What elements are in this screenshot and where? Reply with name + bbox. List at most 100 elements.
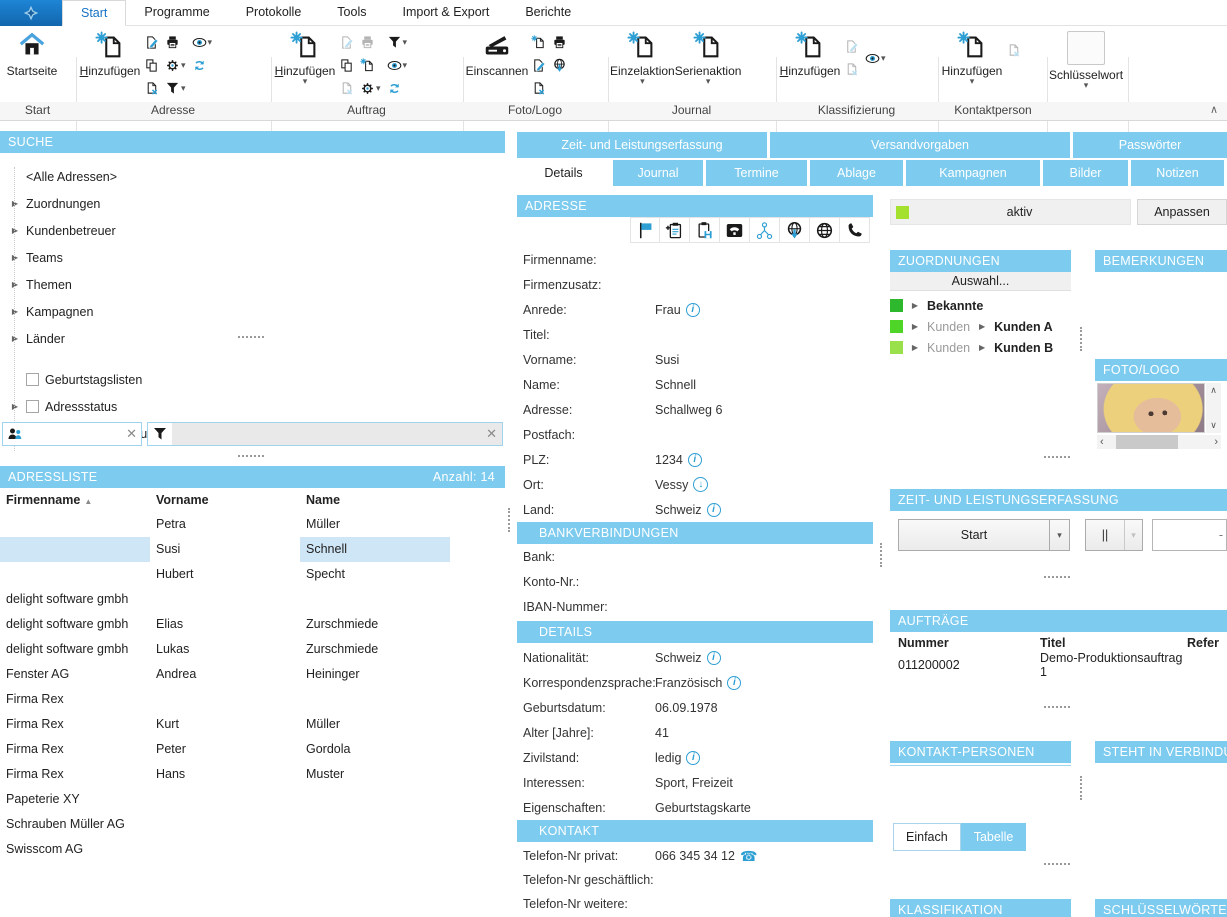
adresse-print-button[interactable] xyxy=(163,31,188,54)
foto-edit-button[interactable] xyxy=(529,54,548,77)
expand-icon[interactable]: ▶ xyxy=(10,253,20,262)
table-row[interactable]: Firma RexPeterGordola xyxy=(0,737,505,762)
adresse-copy-button[interactable] xyxy=(142,54,161,77)
tree-item-kundenbetreuer[interactable]: ▶Kundenbetreuer xyxy=(10,217,505,244)
column-header-titel[interactable]: Titel xyxy=(1040,636,1187,650)
column-header-firmenname[interactable]: Firmenname▲ xyxy=(0,493,150,507)
splitter-handle[interactable] xyxy=(1044,863,1070,865)
table-row[interactable]: delight software gmbhLukasZurschmiede xyxy=(0,637,505,662)
scroll-right-icon[interactable]: › xyxy=(1214,436,1221,448)
photo-vertical-scrollbar[interactable]: ∧ ∨ xyxy=(1206,383,1221,433)
zuordnung-item-kunden-a[interactable]: ▶Kunden▶Kunden A xyxy=(890,316,1071,337)
call-button[interactable] xyxy=(840,217,870,243)
splitter-handle[interactable] xyxy=(238,455,264,457)
person-search-input[interactable]: ✕ xyxy=(2,422,142,446)
klassifizierung-view-button[interactable]: ▾ xyxy=(863,47,888,70)
ort-value[interactable]: Vessy↓ xyxy=(655,477,708,492)
table-row[interactable]: delight software gmbh xyxy=(0,587,505,612)
foto-delete-button[interactable] xyxy=(529,77,548,100)
timer-input[interactable]: - xyxy=(1152,519,1227,551)
expand-icon[interactable]: ▶ xyxy=(10,199,20,208)
table-row[interactable]: Papeterie XY xyxy=(0,787,505,812)
startseite-button[interactable]: Startseite xyxy=(0,27,64,99)
table-row[interactable]: PetraMüller xyxy=(0,512,505,537)
info-icon[interactable]: i xyxy=(686,303,700,317)
expand-icon[interactable]: ▶ xyxy=(910,301,920,310)
table-row[interactable]: Schrauben Müller AG xyxy=(0,812,505,837)
tree-item-alle-adressen[interactable]: <Alle Adressen> xyxy=(10,163,505,190)
auftrag-filter-button[interactable]: ▾ xyxy=(385,31,410,54)
photo-horizontal-scrollbar[interactable]: ‹ › xyxy=(1097,435,1221,449)
splitter-handle[interactable] xyxy=(880,543,882,567)
auftrag-hinzufuegen-button[interactable]: Hinzufügen ▾ xyxy=(273,27,337,99)
foto-print-button[interactable] xyxy=(550,31,569,54)
eigenschaften-value[interactable]: Geburtstagskarte xyxy=(655,801,751,815)
tab-journal[interactable]: Journal xyxy=(613,160,703,186)
table-row-selected[interactable]: SusiSchnell xyxy=(0,537,505,562)
auswahl-button[interactable]: Auswahl... xyxy=(890,272,1071,291)
tree-item-adressstatus[interactable]: ▶Adressstatus xyxy=(10,393,505,420)
menu-tab-programme[interactable]: Programme xyxy=(126,0,227,26)
clear-icon[interactable]: ✕ xyxy=(486,426,502,442)
zuordnung-item-kunden-b[interactable]: ▶Kunden▶Kunden B xyxy=(890,337,1071,358)
splitter-handle[interactable] xyxy=(1080,327,1082,351)
vorname-value[interactable]: Susi xyxy=(655,353,679,367)
table-row[interactable]: delight software gmbhEliasZurschmiede xyxy=(0,612,505,637)
adresse-filter-button[interactable]: ▾ xyxy=(163,77,188,100)
down-arrow-icon[interactable]: ↓ xyxy=(693,477,708,492)
tree-item-zuordnungen[interactable]: ▶Zuordnungen xyxy=(10,190,505,217)
anrede-value[interactable]: Fraui xyxy=(655,303,700,317)
auftrag-refresh-button[interactable] xyxy=(385,77,410,100)
checkbox[interactable] xyxy=(26,373,39,386)
tab-zeit-leistungserfassung[interactable]: Zeit- und Leistungserfassung xyxy=(517,132,767,158)
menu-tab-berichte[interactable]: Berichte xyxy=(507,0,589,26)
geburtsdatum-value[interactable]: 06.09.1978 xyxy=(655,701,718,715)
adresse-settings-button[interactable]: ▾ xyxy=(163,54,188,77)
zuordnung-item-bekannte[interactable]: ▶Bekannte xyxy=(890,295,1071,316)
foto-new-button[interactable] xyxy=(529,31,548,54)
timer-start-button[interactable]: Start ▾ xyxy=(898,519,1070,551)
adresse-refresh-button[interactable] xyxy=(190,54,215,77)
alter-value[interactable]: 41 xyxy=(655,726,669,740)
splitter-handle[interactable] xyxy=(508,508,510,532)
web-button[interactable] xyxy=(810,217,840,243)
clear-icon[interactable]: ✕ xyxy=(126,426,137,442)
expand-icon[interactable]: ▶ xyxy=(10,307,20,316)
land-value[interactable]: Schweizi xyxy=(655,503,721,517)
auftrag-row[interactable]: 011200002 Demo-Produktionsauftrag 1 xyxy=(890,654,1227,676)
serienaktion-button[interactable]: Serienaktion ▾ xyxy=(675,27,742,99)
info-icon[interactable]: i xyxy=(686,751,700,765)
clipboard-save-button[interactable] xyxy=(690,217,720,243)
splitter-handle[interactable] xyxy=(1080,776,1082,800)
scroll-up-icon[interactable]: ∧ xyxy=(1210,385,1217,396)
adresse-view-button[interactable]: ▾ xyxy=(190,31,215,54)
tab-kampagnen[interactable]: Kampagnen xyxy=(906,160,1040,186)
table-row[interactable]: Firma RexHansMuster xyxy=(0,762,505,787)
zivilstand-value[interactable]: ledigi xyxy=(655,751,700,765)
column-header-referenz[interactable]: Refer xyxy=(1187,636,1227,650)
auftrag-copy-button[interactable] xyxy=(337,54,356,77)
table-row[interactable]: Fenster AGAndreaHeininger xyxy=(0,662,505,687)
clipboard-add-button[interactable] xyxy=(660,217,690,243)
expand-icon[interactable]: ▶ xyxy=(910,343,920,352)
schluesselwort-button[interactable]: Schlüsselwort ▾ xyxy=(1049,27,1123,99)
flag-button[interactable] xyxy=(630,217,660,243)
scrollbar-thumb[interactable] xyxy=(1116,435,1178,449)
tree-item-laender[interactable]: ▶Länder xyxy=(10,325,505,352)
collapse-ribbon-icon[interactable]: ∧ xyxy=(1210,103,1218,116)
kontaktperson-hinzufuegen-button[interactable]: Hinzufügen ▾ xyxy=(940,27,1004,99)
expand-icon[interactable]: ▶ xyxy=(10,402,20,411)
einscannen-button[interactable]: Einscannen xyxy=(465,27,529,99)
info-icon[interactable]: i xyxy=(727,676,741,690)
share-button[interactable] xyxy=(750,217,780,243)
dropdown-icon[interactable]: ▾ xyxy=(1049,520,1069,550)
view-tab-tabelle[interactable]: Tabelle xyxy=(961,823,1027,851)
menu-tab-import-export[interactable]: Import & Export xyxy=(384,0,507,26)
table-row[interactable]: Firma RexKurtMüller xyxy=(0,712,505,737)
view-tab-einfach[interactable]: Einfach xyxy=(893,823,961,851)
table-row[interactable]: HubertSpecht xyxy=(0,562,505,587)
tree-item-geburtstagslisten[interactable]: Geburtstagslisten xyxy=(10,366,505,393)
splitter-handle[interactable] xyxy=(1044,576,1070,578)
info-icon[interactable]: i xyxy=(707,651,721,665)
expand-icon[interactable]: ▶ xyxy=(10,334,20,343)
